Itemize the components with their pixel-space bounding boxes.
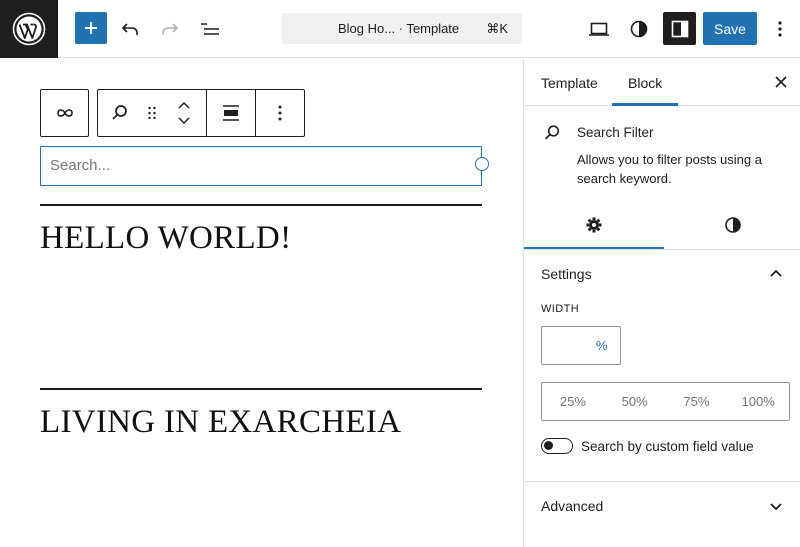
sidebar-tabs: Template Block [524, 59, 800, 106]
width-unit-select[interactable]: % [596, 338, 608, 353]
settings-sidebar-toggle[interactable] [663, 12, 696, 45]
post-title[interactable]: HELLO WORLD! [40, 220, 291, 257]
custom-field-toggle[interactable] [541, 438, 573, 454]
editor-header: Blog Ho... · Template ⌘K Save [0, 0, 800, 58]
more-vertical-icon [278, 105, 282, 121]
redo-button[interactable] [153, 12, 187, 46]
document-overview-button[interactable] [193, 12, 227, 46]
tab-settings[interactable] [524, 203, 664, 247]
block-toolbar-group [97, 89, 305, 137]
drag-handle[interactable] [142, 90, 162, 136]
document-title[interactable]: Blog Ho... · Template [338, 21, 459, 36]
parent-toolbar-group [40, 89, 89, 137]
block-options-button[interactable] [256, 90, 304, 136]
chevron-up-icon[interactable] [769, 266, 783, 280]
list-view-icon [201, 23, 219, 35]
advanced-panel-title[interactable]: Advanced [541, 498, 603, 514]
custom-field-toggle-label[interactable]: Search by custom field value [581, 439, 754, 454]
command-shortcut: ⌘K [486, 21, 508, 36]
undo-button[interactable] [113, 12, 147, 46]
block-description: Allows you to filter posts using a searc… [577, 152, 762, 186]
block-type-button[interactable] [98, 90, 142, 136]
close-icon[interactable] [772, 73, 790, 91]
move-block-control [162, 90, 206, 136]
preview-device-button[interactable] [582, 12, 616, 46]
width-preset-button[interactable]: 75% [666, 383, 728, 420]
move-down-icon[interactable] [177, 117, 191, 125]
width-input[interactable]: % [541, 326, 621, 365]
panel-divider [524, 481, 800, 482]
width-preset-button[interactable]: 25% [542, 383, 604, 420]
query-loop-icon [56, 109, 73, 117]
resize-handle[interactable] [475, 157, 489, 171]
options-button[interactable] [763, 12, 797, 46]
tab-block[interactable]: Block [628, 75, 662, 91]
settings-panel-title[interactable]: Settings [541, 266, 592, 282]
undo-icon [121, 23, 138, 35]
settings-sidebar: Template Block Search Filter Allows you … [523, 59, 800, 547]
block-toolbar [40, 89, 305, 137]
width-preset-button[interactable]: 50% [604, 383, 666, 420]
redo-icon [162, 23, 179, 35]
width-presets: 25% 50% 75% 100% [541, 382, 790, 421]
align-button[interactable] [207, 90, 255, 136]
active-tab-indicator [524, 247, 664, 249]
inspector-tabs [524, 203, 800, 250]
plus-icon [85, 22, 97, 34]
block-card: Search Filter Allows you to filter posts… [524, 107, 800, 199]
align-wide-icon [223, 105, 239, 121]
search-icon [112, 105, 127, 120]
search-filter-block[interactable]: Search... [40, 146, 482, 186]
toggle-knob [544, 441, 553, 450]
post-separator [40, 388, 482, 390]
styles-contrast-icon [724, 217, 741, 233]
active-tab-indicator [612, 103, 678, 106]
add-block-button[interactable] [75, 12, 107, 44]
save-button[interactable]: Save [703, 12, 757, 45]
width-label: WIDTH [541, 303, 580, 315]
more-vertical-icon [778, 21, 782, 37]
tab-styles[interactable] [664, 203, 800, 247]
styles-button[interactable] [622, 12, 656, 46]
move-up-icon[interactable] [177, 101, 191, 109]
tab-template[interactable]: Template [541, 75, 598, 91]
document-bar[interactable]: Blog Ho... · Template ⌘K [282, 13, 522, 44]
search-icon [544, 125, 560, 140]
styles-contrast-icon [630, 20, 648, 38]
sidebar-icon [671, 20, 688, 37]
editor-canvas: Search... HELLO WORLD! LIVING IN EXARCHE… [0, 59, 523, 547]
select-parent-button[interactable] [41, 90, 88, 136]
wordpress-logo-icon[interactable] [0, 0, 58, 58]
block-name: Search Filter [577, 125, 654, 140]
gear-icon [586, 217, 602, 233]
search-input[interactable]: Search... [50, 157, 110, 174]
chevron-down-icon[interactable] [769, 500, 783, 514]
post-separator [40, 204, 482, 206]
desktop-icon [589, 22, 609, 36]
post-title[interactable]: LIVING IN EXARCHEIA [40, 404, 401, 441]
drag-handle-icon [148, 106, 156, 120]
width-preset-button[interactable]: 100% [727, 383, 789, 420]
